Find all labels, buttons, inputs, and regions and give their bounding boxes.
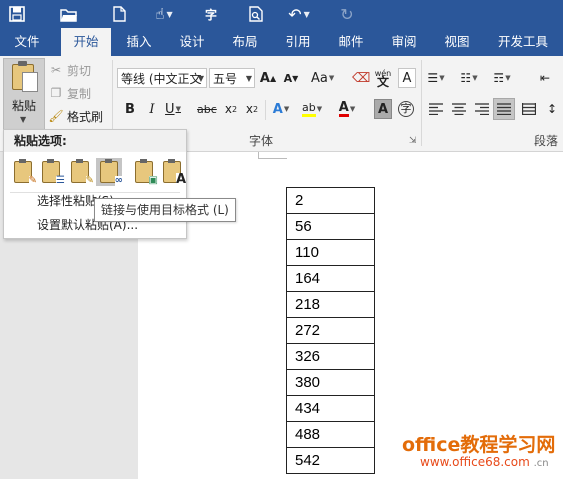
font-name-select[interactable]: 等线 (中文正文 ▼ (117, 68, 207, 88)
decrease-indent-icon[interactable]: ⇤ (536, 68, 554, 88)
tab-mailings[interactable]: 邮件 (330, 28, 372, 56)
tab-layout[interactable]: 布局 (224, 28, 266, 56)
table-row: 272 (286, 317, 375, 344)
margin-marker (258, 152, 287, 159)
table-row: 488 (286, 421, 375, 448)
tab-developer[interactable]: 开发工具 (490, 28, 556, 56)
save-icon[interactable] (6, 3, 28, 25)
link-use-destination-format-icon[interactable]: ∞ (96, 158, 123, 186)
justify-icon[interactable] (493, 98, 515, 120)
distributed-icon[interactable] (520, 99, 538, 119)
bullets-icon[interactable]: ☰ ▼ (427, 68, 445, 88)
merge-formatting-icon[interactable]: ☰ (38, 158, 65, 186)
table-row: 110 (286, 239, 375, 266)
copy-button[interactable]: ❐ 复制 (48, 83, 91, 103)
brush-icon: 🖌 (48, 109, 64, 123)
undo-icon[interactable]: ↶ ▼ (288, 3, 310, 25)
text-effects-icon[interactable]: A ▼ (272, 99, 290, 119)
table-row: 164 (286, 265, 375, 292)
open-folder-icon[interactable] (58, 3, 80, 25)
paste-label: 粘贴 (11, 99, 36, 113)
touch-mode-icon[interactable]: ☝ ▼ (153, 3, 175, 25)
highlight-icon[interactable]: ab ▼ (302, 99, 322, 119)
character-border-button[interactable]: A (398, 68, 416, 88)
tab-view[interactable]: 视图 (436, 28, 478, 56)
table-row: 542 (286, 447, 375, 474)
table-row: 434 (286, 395, 375, 422)
table-cell[interactable]: 326 (286, 343, 375, 370)
align-right-icon[interactable] (473, 99, 491, 119)
tab-file[interactable]: 文件 (5, 28, 49, 56)
strikethrough-icon[interactable]: abc (197, 99, 217, 119)
italic-icon[interactable]: I (143, 99, 161, 119)
table-row: 218 (286, 291, 375, 318)
use-destination-styles-icon[interactable]: ✎ (67, 158, 94, 186)
table-cell[interactable]: 380 (286, 369, 375, 396)
scissors-icon: ✂ (50, 63, 62, 77)
subscript-icon[interactable]: x2 (222, 99, 240, 119)
underline-icon[interactable]: U ▼ (164, 99, 182, 119)
grow-font-icon[interactable]: A ▲ (259, 68, 277, 88)
tab-home[interactable]: 开始 (61, 28, 111, 56)
font-size-select[interactable]: 五号 ▼ (209, 68, 255, 88)
paragraph-group-label: 段落 (534, 134, 559, 148)
watermark-title: office教程学习网 (402, 434, 556, 456)
table-row: 2 (286, 187, 375, 214)
keep-source-formatting-icon[interactable]: ✎ (10, 158, 37, 186)
redo-icon[interactable]: ↻ (336, 3, 358, 25)
cut-label: 剪切 (67, 63, 92, 78)
paste-as-picture-icon[interactable]: ▣ (131, 158, 158, 186)
print-preview-icon[interactable] (245, 3, 267, 25)
table-cell[interactable]: 542 (286, 447, 375, 474)
clear-formatting-icon[interactable]: ⌫ (352, 68, 370, 88)
table-cell[interactable]: 2 (286, 187, 375, 214)
ribbon-tabs: 文件 开始 插入 设计 布局 引用 邮件 审阅 视图 开发工具 (0, 28, 563, 56)
table-cell[interactable]: 56 (286, 213, 375, 240)
table-cell[interactable]: 434 (286, 395, 375, 422)
phonetic-guide-icon[interactable]: wén 文 (374, 68, 392, 88)
numbering-icon[interactable]: ☷ ▼ (460, 68, 478, 88)
paste-options-header: 粘贴选项: (4, 130, 186, 152)
quick-access-toolbar: ☝ ▼ 字 ↶ ▼ ↻ (0, 0, 563, 28)
format-painter-button[interactable]: 🖌 格式刷 (48, 106, 103, 126)
document-table[interactable]: 2 56 110 164 218 272 326 380 434 488 542 (286, 187, 375, 474)
new-document-icon[interactable] (108, 3, 130, 25)
enclose-characters-icon[interactable]: 字 (397, 99, 415, 119)
tab-design[interactable]: 设计 (171, 28, 213, 56)
table-cell[interactable]: 110 (286, 239, 375, 266)
font-color-icon[interactable]: A ▼ (338, 99, 356, 119)
shrink-font-icon[interactable]: A ▼ (282, 68, 300, 88)
table-cell[interactable]: 164 (286, 265, 375, 292)
line-spacing-icon[interactable]: ↕ (543, 99, 561, 119)
align-left-icon[interactable] (427, 99, 445, 119)
tab-review[interactable]: 审阅 (383, 28, 425, 56)
tab-insert[interactable]: 插入 (118, 28, 160, 56)
font-group-label: 字体 (249, 134, 274, 148)
multilevel-list-icon[interactable]: ☶ ▼ (493, 68, 511, 88)
copy-icon: ❐ (50, 86, 62, 100)
bold-icon[interactable]: B (121, 99, 139, 119)
format-painter-label: 格式刷 (67, 109, 104, 124)
align-center-icon[interactable] (450, 99, 468, 119)
character-shading-icon[interactable]: A (374, 99, 392, 119)
paste-option-tooltip: 链接与使用目标格式 (L) (94, 198, 236, 222)
table-cell[interactable]: 272 (286, 317, 375, 344)
font-dialog-launcher-icon[interactable]: ⇲ (409, 136, 417, 146)
watermark-url: www.office68.com .cn (420, 455, 549, 469)
change-case-button[interactable]: Aa ▼ (311, 68, 334, 88)
cut-button[interactable]: ✂ 剪切 (48, 60, 91, 80)
table-row: 56 (286, 213, 375, 240)
table-cell[interactable]: 218 (286, 291, 375, 318)
superscript-icon[interactable]: x2 (243, 99, 261, 119)
keep-text-only-icon[interactable]: A (159, 158, 186, 186)
paste-options-menu: 粘贴选项: ✎ ☰ ✎ ∞ ▣ A 选择性粘贴(S)... 设置默认粘贴(A).… (3, 129, 187, 239)
table-cell[interactable]: 488 (286, 421, 375, 448)
word-count-icon[interactable]: 字 (200, 3, 222, 25)
copy-label: 复制 (67, 86, 92, 101)
tab-references[interactable]: 引用 (277, 28, 319, 56)
table-row: 380 (286, 369, 375, 396)
paste-button[interactable]: 粘贴 ▼ (3, 58, 45, 134)
chevron-down-icon: ▼ (20, 115, 27, 124)
table-row: 326 (286, 343, 375, 370)
